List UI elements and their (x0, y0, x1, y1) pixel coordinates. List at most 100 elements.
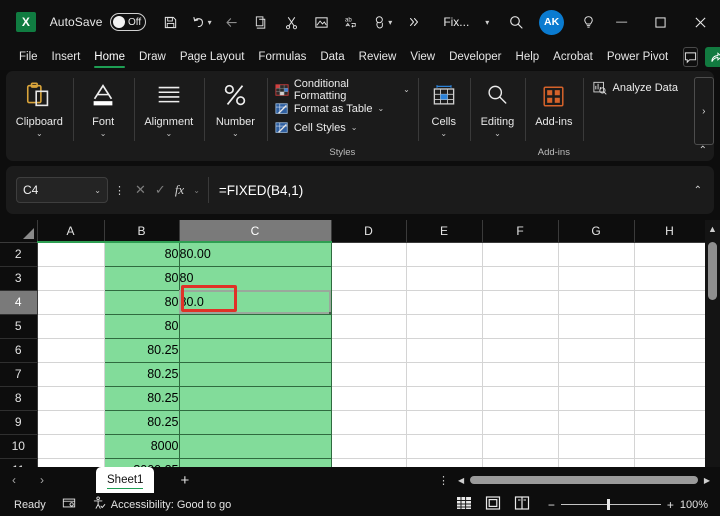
lightbulb-icon[interactable] (576, 9, 602, 35)
cell-G11[interactable] (558, 458, 635, 467)
column-header-c[interactable]: C (179, 220, 332, 243)
touch-mode-icon[interactable]: ▾ (369, 9, 396, 35)
minimize-button[interactable]: — (602, 7, 641, 37)
more-commands-icon[interactable] (401, 9, 427, 35)
paste-special-icon[interactable] (309, 9, 335, 35)
cell-F2[interactable] (482, 242, 559, 267)
vertical-scroll-thumb[interactable] (708, 242, 717, 300)
tab-insert[interactable]: Insert (45, 49, 88, 66)
cell-B9[interactable]: 80.25 (104, 410, 180, 435)
column-header-d[interactable]: D (331, 220, 407, 243)
cell-A5[interactable] (37, 314, 105, 339)
insert-function-icon[interactable]: fx (175, 182, 184, 198)
accessibility-status[interactable]: Accessibility: Good to go (92, 496, 231, 513)
cell-F9[interactable] (482, 410, 559, 435)
cell-E8[interactable] (406, 386, 483, 411)
next-sheet-arrow-icon[interactable]: › (28, 473, 56, 487)
zoom-slider-track[interactable] (560, 499, 661, 510)
cell-G10[interactable] (558, 434, 635, 459)
cell-G7[interactable] (558, 362, 635, 387)
zoom-out-button[interactable]: − (548, 498, 555, 512)
ribbon-group-alignment[interactable]: Alignment ⌄ (133, 71, 204, 161)
cell-F11[interactable] (482, 458, 559, 467)
redo-back-icon[interactable] (219, 9, 245, 35)
cell-C5[interactable] (179, 314, 332, 339)
column-header-g[interactable]: G (558, 220, 635, 243)
cell-G6[interactable] (558, 338, 635, 363)
cell-C4[interactable]: 80.0 (179, 290, 332, 315)
cell-A6[interactable] (37, 338, 105, 363)
cell-H5[interactable] (634, 314, 706, 339)
insert-function-caret-icon[interactable]: ⌄ (193, 186, 200, 195)
cut-icon[interactable] (279, 9, 305, 35)
cell-F8[interactable] (482, 386, 559, 411)
vertical-scrollbar[interactable]: ▲ (705, 220, 720, 467)
cells-caret-icon[interactable]: ⌄ (440, 129, 447, 138)
cell-C8[interactable] (179, 386, 332, 411)
clipboard-caret-icon[interactable]: ⌄ (36, 129, 43, 138)
row-header-5[interactable]: 5 (0, 314, 38, 339)
cell-D5[interactable] (331, 314, 407, 339)
tab-data[interactable]: Data (313, 49, 351, 66)
conditional-formatting-button[interactable]: Conditional Formatting ⌄ (275, 78, 410, 102)
autosave-toggle[interactable]: Off (109, 13, 146, 31)
cell-B2[interactable]: 80 (104, 242, 180, 267)
cell-E5[interactable] (406, 314, 483, 339)
cell-E9[interactable] (406, 410, 483, 435)
cell-D6[interactable] (331, 338, 407, 363)
row-header-7[interactable]: 7 (0, 362, 38, 387)
cell-G5[interactable] (558, 314, 635, 339)
tab-help[interactable]: Help (509, 49, 547, 66)
prev-sheet-arrow-icon[interactable]: ‹ (0, 473, 28, 487)
undo-caret-icon[interactable]: ▾ (208, 18, 212, 27)
cell-G9[interactable] (558, 410, 635, 435)
cell-E11[interactable] (406, 458, 483, 467)
tab-review[interactable]: Review (352, 49, 404, 66)
tab-file[interactable]: File (12, 49, 45, 66)
maximize-button[interactable] (641, 7, 680, 37)
cell-A3[interactable] (37, 266, 105, 291)
cell-E2[interactable] (406, 242, 483, 267)
copy-icon[interactable] (249, 9, 275, 35)
cell-B10[interactable]: 8000 (104, 434, 180, 459)
cell-H6[interactable] (634, 338, 706, 363)
cell-D2[interactable] (331, 242, 407, 267)
cell-E10[interactable] (406, 434, 483, 459)
cell-A11[interactable] (37, 458, 105, 467)
cell-A2[interactable] (37, 242, 105, 267)
tab-view[interactable]: View (403, 49, 442, 66)
cell-F6[interactable] (482, 338, 559, 363)
document-title[interactable]: Fix... (443, 15, 469, 29)
row-header-2[interactable]: 2 (0, 242, 38, 267)
cell-D4[interactable] (331, 290, 407, 315)
scroll-up-arrow-icon[interactable]: ▲ (705, 220, 720, 238)
comment-icon[interactable] (683, 47, 699, 67)
undo-icon[interactable]: ▾ (188, 9, 215, 35)
formula-input[interactable]: =FIXED(B4,1) (209, 183, 688, 198)
row-header-3[interactable]: 3 (0, 266, 38, 291)
cell-A10[interactable] (37, 434, 105, 459)
cell-C7[interactable] (179, 362, 332, 387)
cell-B7[interactable]: 80.25 (104, 362, 180, 387)
name-box-caret-icon[interactable]: ⌄ (94, 186, 101, 195)
collapse-ribbon-icon[interactable]: ⌃ (699, 145, 707, 156)
name-box[interactable]: C4 ⌄ (16, 177, 108, 203)
zoom-in-button[interactable]: + (667, 498, 674, 512)
format-as-table-button[interactable]: Format as Table ⌄ (275, 99, 384, 118)
cell-H7[interactable] (634, 362, 706, 387)
cell-E4[interactable] (406, 290, 483, 315)
cell-F5[interactable] (482, 314, 559, 339)
row-header-9[interactable]: 9 (0, 410, 38, 435)
cell-A8[interactable] (37, 386, 105, 411)
conditional-formatting-caret-icon[interactable]: ⌄ (403, 85, 410, 94)
cell-C2[interactable]: 80.00 (179, 242, 332, 267)
format-as-table-caret-icon[interactable]: ⌄ (378, 104, 385, 113)
ribbon-group-clipboard[interactable]: Clipboard ⌄ (6, 71, 73, 161)
cell-B5[interactable]: 80 (104, 314, 180, 339)
cell-E6[interactable] (406, 338, 483, 363)
close-button[interactable] (681, 7, 720, 37)
cell-styles-caret-icon[interactable]: ⌄ (351, 123, 358, 132)
column-header-h[interactable]: H (634, 220, 706, 243)
cell-D7[interactable] (331, 362, 407, 387)
cell-D8[interactable] (331, 386, 407, 411)
